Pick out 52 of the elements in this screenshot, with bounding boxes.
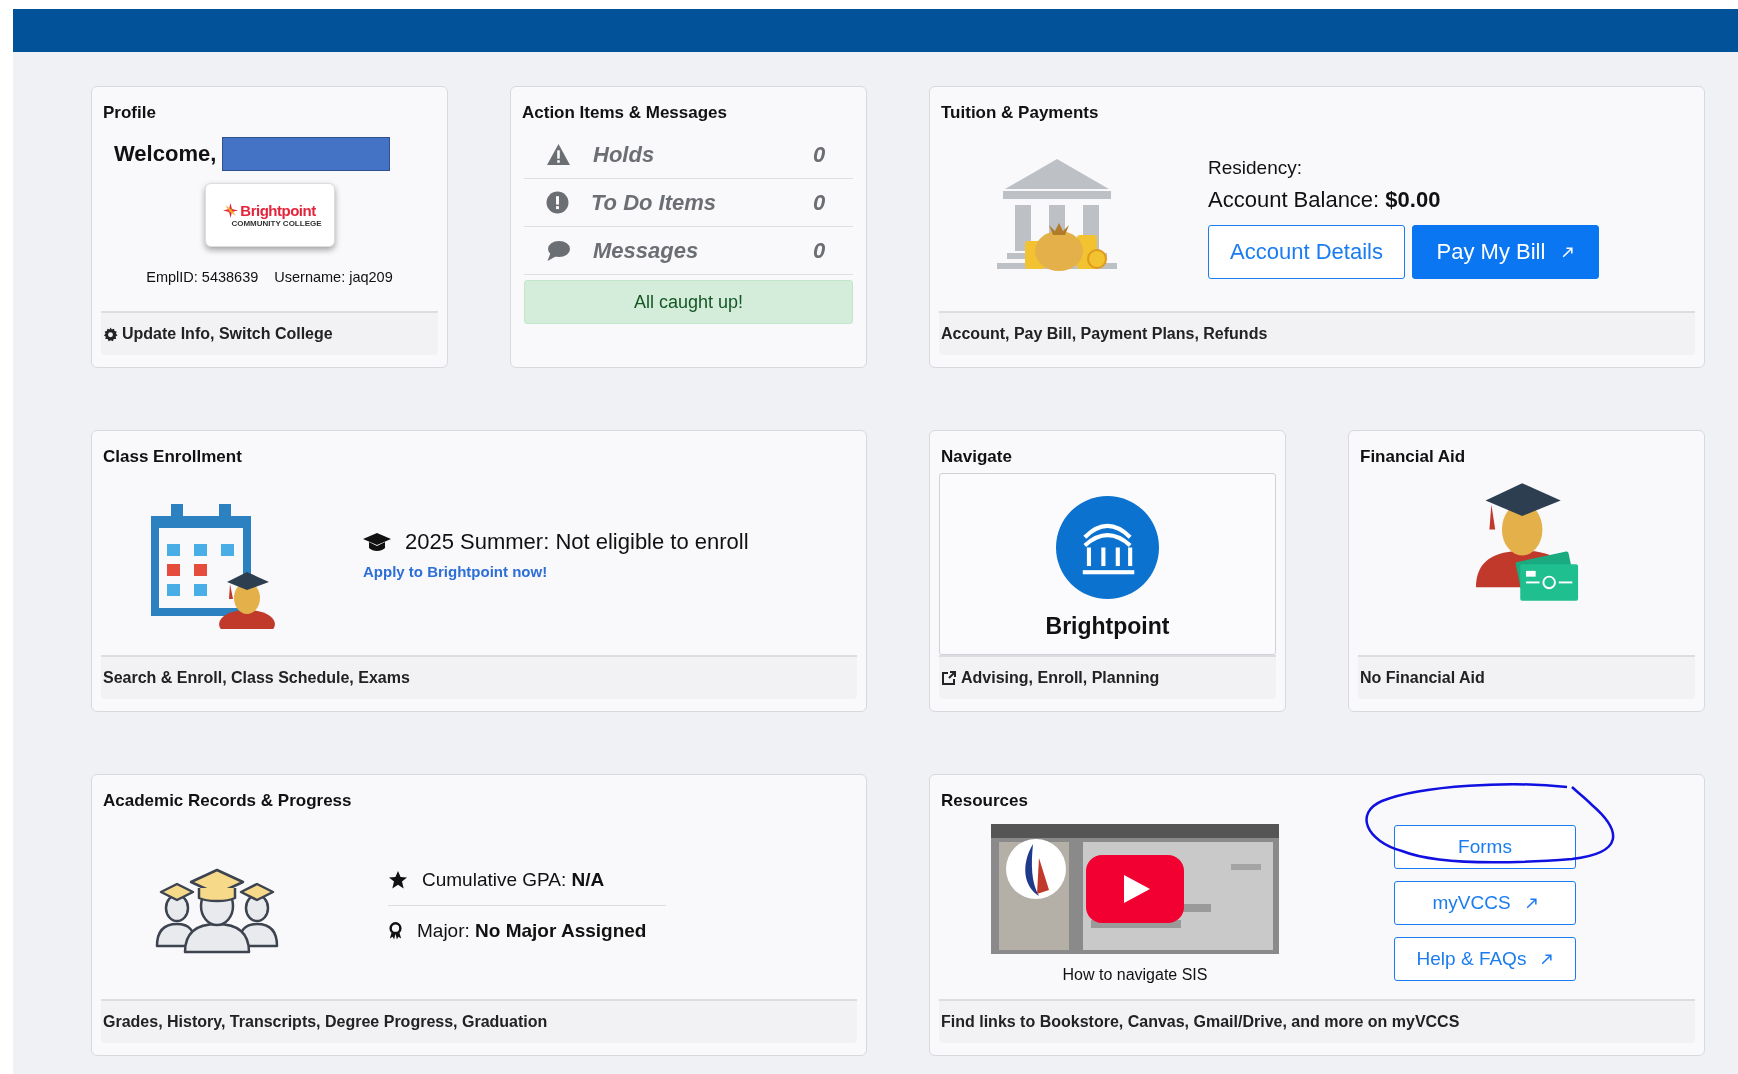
welcome-text: Welcome, [114,141,217,167]
warning-icon [546,143,571,166]
card-title: Tuition & Payments [941,103,1100,123]
action-item-row[interactable]: To Do Items 0 [524,179,853,227]
account-details-button[interactable]: Account Details [1208,225,1405,279]
graduation-cap-icon [363,533,391,551]
speech-bubble-icon [546,239,571,262]
tuition-footer-link[interactable]: Account, Pay Bill, Payment Plans, Refunds [939,311,1695,355]
play-button[interactable] [1086,855,1184,923]
resource-link-button[interactable]: Forms [1394,825,1576,869]
residency-label: Residency: [1208,157,1303,179]
profile-footer-link[interactable]: Update Info, Switch College [101,311,438,355]
account-balance: Account Balance: $0.00 [1208,187,1442,213]
award-icon [388,920,403,941]
external-link-icon [941,670,957,686]
card-title: Action Items & Messages [522,103,728,123]
major-text: Major: No Major Assigned [417,919,647,942]
card-title: Class Enrollment [103,447,243,467]
apply-link[interactable]: Apply to Brightpoint now! [363,563,548,580]
external-link-icon [1540,952,1554,966]
card-title: Academic Records & Progress [103,791,353,811]
gpa-text: Cumulative GPA: N/A [422,868,605,891]
enrollment-footer-link[interactable]: Search & Enroll, Class Schedule, Exams [101,655,857,699]
card-title: Profile [103,103,157,123]
username-text: Username: jaq209 [274,269,393,285]
external-link-icon [1561,245,1575,259]
financial-aid-footer-link[interactable]: No Financial Aid [1358,655,1695,699]
logo-subtitle: COMMUNITY COLLEGE [231,219,322,228]
resource-link-button[interactable]: myVCCS [1394,881,1576,925]
card-title: Navigate [941,447,1013,467]
video-caption: How to navigate SIS [1062,966,1208,984]
action-item-row[interactable]: Holds 0 [524,131,853,179]
card-title: Financial Aid [1360,447,1467,467]
star-icon [388,869,408,890]
enrollment-status: 2025 Summer: Not eligible to enroll [405,529,749,555]
exclamation-icon [546,191,569,214]
navigate-tile[interactable]: Brightpoint [939,473,1276,655]
navigate-footer-link[interactable]: Advising, Enroll, Planning [939,655,1276,699]
pay-bill-button[interactable]: Pay My Bill [1412,225,1599,279]
brand-name: Brightpoint [1045,613,1170,640]
employee-id: EmplID: 5438639 [146,269,259,285]
resource-link-button[interactable]: Help & FAQs [1394,937,1576,981]
resources-footer-link[interactable]: Find links to Bookstore, Canvas, Gmail/Drive, and more on myVCCS [939,999,1695,1043]
card-title: Resources [941,791,1029,811]
external-link-icon [1524,896,1538,910]
academic-footer-link[interactable]: Grades, History, Transcripts, Degree Progress, Graduation [101,999,857,1043]
logo-wordmark: Brightpoint [240,202,316,219]
star-logo-icon [223,203,239,218]
action-item-row[interactable]: Messages 0 [524,227,853,275]
status-message: All caught up! [524,280,853,324]
institution-logo-icon [1056,496,1159,599]
settings-icon [103,326,118,342]
